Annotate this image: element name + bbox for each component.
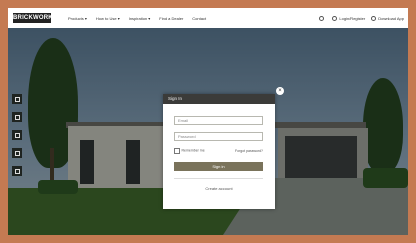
site-header: BRICKWORKS Products ▾ How to Use ▾ Inspi…	[8, 8, 408, 28]
search-button[interactable]	[319, 15, 326, 21]
modal-divider	[174, 178, 263, 179]
login-options: Remember me Forgot password?	[174, 148, 263, 154]
palette-icon	[14, 132, 20, 138]
login-modal: Sign In Email Password Remember me Forgo…	[163, 94, 275, 209]
visualiser-toolbar	[12, 94, 22, 184]
login-modal-title: Sign In	[163, 94, 275, 104]
search-icon	[319, 15, 325, 21]
site-logo[interactable]: BRICKWORKS	[13, 13, 57, 23]
close-icon[interactable]: ×	[276, 87, 284, 95]
user-icon	[332, 15, 338, 21]
main-nav: Products ▾ How to Use ▾ Inspiration ▾ Fi…	[68, 8, 215, 28]
share-button[interactable]	[12, 148, 22, 158]
settings-icon	[14, 168, 20, 174]
remember-me-checkbox[interactable]: Remember me	[174, 148, 205, 154]
settings-button[interactable]	[12, 166, 22, 176]
nav-products[interactable]: Products ▾	[68, 16, 87, 21]
image-button[interactable]	[12, 112, 22, 122]
create-account-link[interactable]: Create account	[163, 186, 275, 191]
login-button[interactable]: Sign in	[174, 162, 263, 171]
image-icon	[14, 114, 20, 120]
download-icon	[371, 15, 377, 21]
password-field[interactable]: Password	[174, 132, 263, 141]
email-field[interactable]: Email	[174, 116, 263, 125]
forgot-password-link[interactable]: Forgot password?	[235, 149, 263, 153]
login-link[interactable]: Login/Register	[332, 15, 366, 21]
nav-how-to-use[interactable]: How to Use ▾	[96, 16, 120, 21]
download-link-label: Download App	[378, 15, 404, 21]
nav-contact[interactable]: Contact	[192, 16, 206, 21]
nav-inspiration[interactable]: Inspiration ▾	[129, 16, 151, 21]
checkbox-icon	[174, 148, 180, 154]
download-link[interactable]: Download App	[371, 15, 404, 21]
remember-me-label: Remember me	[181, 148, 205, 153]
login-link-label: Login/Register	[339, 15, 366, 21]
nav-find-dealer[interactable]: Find a Dealer	[159, 16, 183, 21]
layers-button[interactable]	[12, 94, 22, 104]
header-tools: Login/Register Download App	[313, 8, 404, 28]
palette-button[interactable]	[12, 130, 22, 140]
app-frame: BRICKWORKS Products ▾ How to Use ▾ Inspi…	[8, 8, 408, 235]
layers-icon	[14, 96, 20, 102]
share-icon	[14, 150, 20, 156]
